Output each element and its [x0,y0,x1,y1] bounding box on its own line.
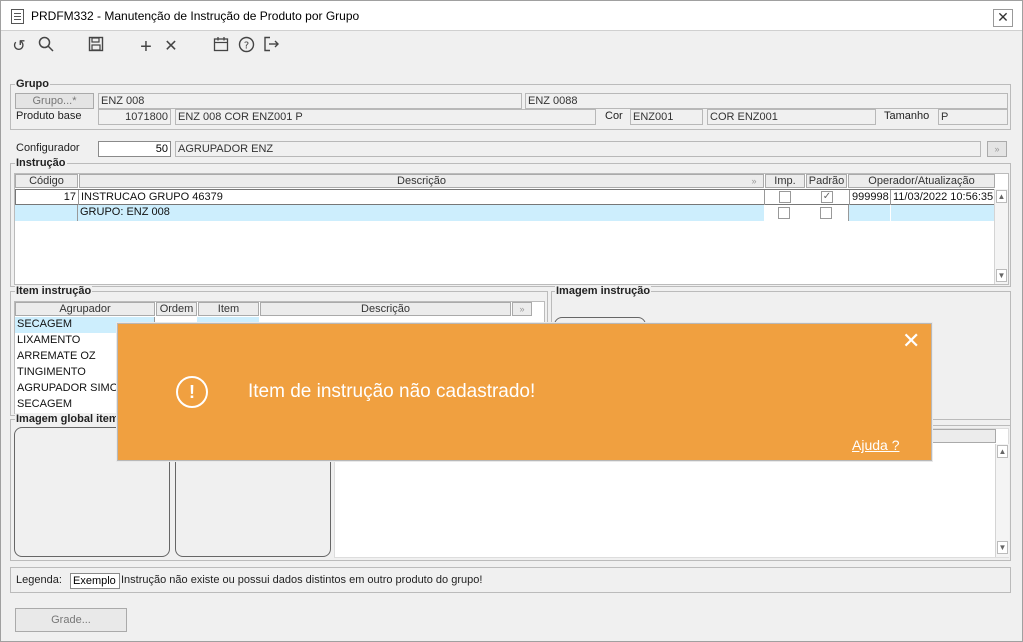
col-item-header[interactable]: Item [198,302,259,316]
col-descricao-header[interactable]: Descrição [79,174,764,188]
configurador-desc-field: AGRUPADOR ENZ [175,141,981,157]
plus-icon[interactable]: + [135,36,157,58]
cell-operador [848,205,890,221]
col-agrupador-header[interactable]: Agrupador [15,302,155,316]
undo-icon[interactable]: ↺ [8,36,30,58]
toast-message: Item de instrução não cadastrado! [248,381,536,402]
configurador-lookup-button[interactable]: » [987,141,1007,157]
padrao-checkbox[interactable]: ✓ [821,191,833,203]
col-padrao-header[interactable]: Padrão [806,174,847,188]
legenda-text: Instrução não existe ou possui dados dis… [121,574,483,586]
exit-icon[interactable] [260,36,282,58]
grupo-code-field: ENZ 008 [98,93,522,109]
alert-circle-icon: ! [176,376,208,408]
col-operador-header[interactable]: Operador/Atualização [848,174,995,188]
scroll-down-icon[interactable]: ▼ [996,269,1007,282]
grupo-button[interactable]: Grupo...* [15,93,94,109]
legenda-example: Exemplo [70,573,120,589]
cell-descricao: GRUPO: ENZ 008 [78,205,764,221]
title-bar: PRDFM332 - Manutenção de Instrução de Pr… [1,1,1022,31]
cor-code-field: ENZ001 [630,109,703,125]
close-icon[interactable]: ✕ [160,36,182,58]
save-icon[interactable] [85,36,107,58]
tamanho-field: P [938,109,1008,125]
col-codigo-header[interactable]: Código [15,174,78,188]
table-row[interactable]: 17 INSTRUCAO GRUPO 46379 ✓ 999998 11/03/… [15,189,995,206]
imagem-global-legend: Imagem global item [15,413,120,425]
cor-desc-field: COR ENZ001 [707,109,876,125]
text-area-scrollbar[interactable]: ▲ ▼ [995,444,1009,557]
col-imp-header[interactable]: Imp. [765,174,805,188]
item-instrucao-legend: Item instrução [15,285,93,297]
scroll-up-icon[interactable]: ▲ [996,190,1007,203]
configurador-label: Configurador [16,142,80,154]
instrucao-table: Código Descrição » Imp. Padrão Operador/… [14,173,1009,285]
configurador-code-input[interactable]: 50 [98,141,171,157]
cor-label: Cor [605,110,623,122]
grupo-legend: Grupo [15,78,50,90]
instrucao-legend: Instrução [15,157,67,169]
cell-codigo [15,205,78,221]
produto-base-code-field: 1071800 [98,109,171,125]
search-icon[interactable] [35,36,57,58]
legenda-label: Legenda: [16,574,62,586]
calendar-icon[interactable] [210,36,232,58]
column-expand-icon[interactable]: » [512,302,532,316]
document-icon [11,9,24,24]
toast-close-icon[interactable]: ✕ [902,330,920,352]
toolbar: ↺ + ✕ ? [1,32,1022,62]
toast-help-link[interactable]: Ajuda ? [852,437,899,453]
svg-text:?: ? [243,41,248,52]
column-expand-icon[interactable]: » [746,175,762,187]
padrao-checkbox[interactable] [820,207,832,219]
produto-base-desc-field: ENZ 008 COR ENZ001 P [175,109,596,125]
window-title: PRDFM332 - Manutenção de Instrução de Pr… [31,9,360,23]
cell-atualizacao [891,205,995,221]
cell-codigo: 17 [16,190,79,206]
table-row[interactable]: GRUPO: ENZ 008 [15,205,995,221]
col-ordem-header[interactable]: Ordem [156,302,197,316]
imagem-instrucao-legend: Imagem instrução [555,285,652,297]
instrucao-scrollbar[interactable]: ▲ ▼ [994,189,1008,284]
error-toast: ✕ ! Item de instrução não cadastrado! Aj… [117,323,932,461]
scroll-up-icon[interactable]: ▲ [997,445,1008,458]
main-window: PRDFM332 - Manutenção de Instrução de Pr… [0,0,1023,642]
tamanho-label: Tamanho [884,110,930,122]
text-area-header [931,429,996,443]
close-window-button[interactable]: ✕ [993,9,1013,27]
imp-checkbox[interactable] [779,191,791,203]
produto-base-label: Produto base [16,110,82,122]
window-edge [1014,32,1022,641]
grupo-desc-field: ENZ 0088 [525,93,1008,109]
help-icon[interactable]: ? [235,36,257,58]
scroll-down-icon[interactable]: ▼ [997,541,1008,554]
col-item-descricao-header[interactable]: Descrição [260,302,511,316]
cell-operador: 999998 [849,190,891,206]
imp-checkbox[interactable] [778,207,790,219]
cell-descricao: INSTRUCAO GRUPO 46379 [79,190,765,206]
grade-button[interactable]: Grade... [15,608,127,632]
cell-atualizacao: 11/03/2022 10:56:35 [893,191,994,203]
